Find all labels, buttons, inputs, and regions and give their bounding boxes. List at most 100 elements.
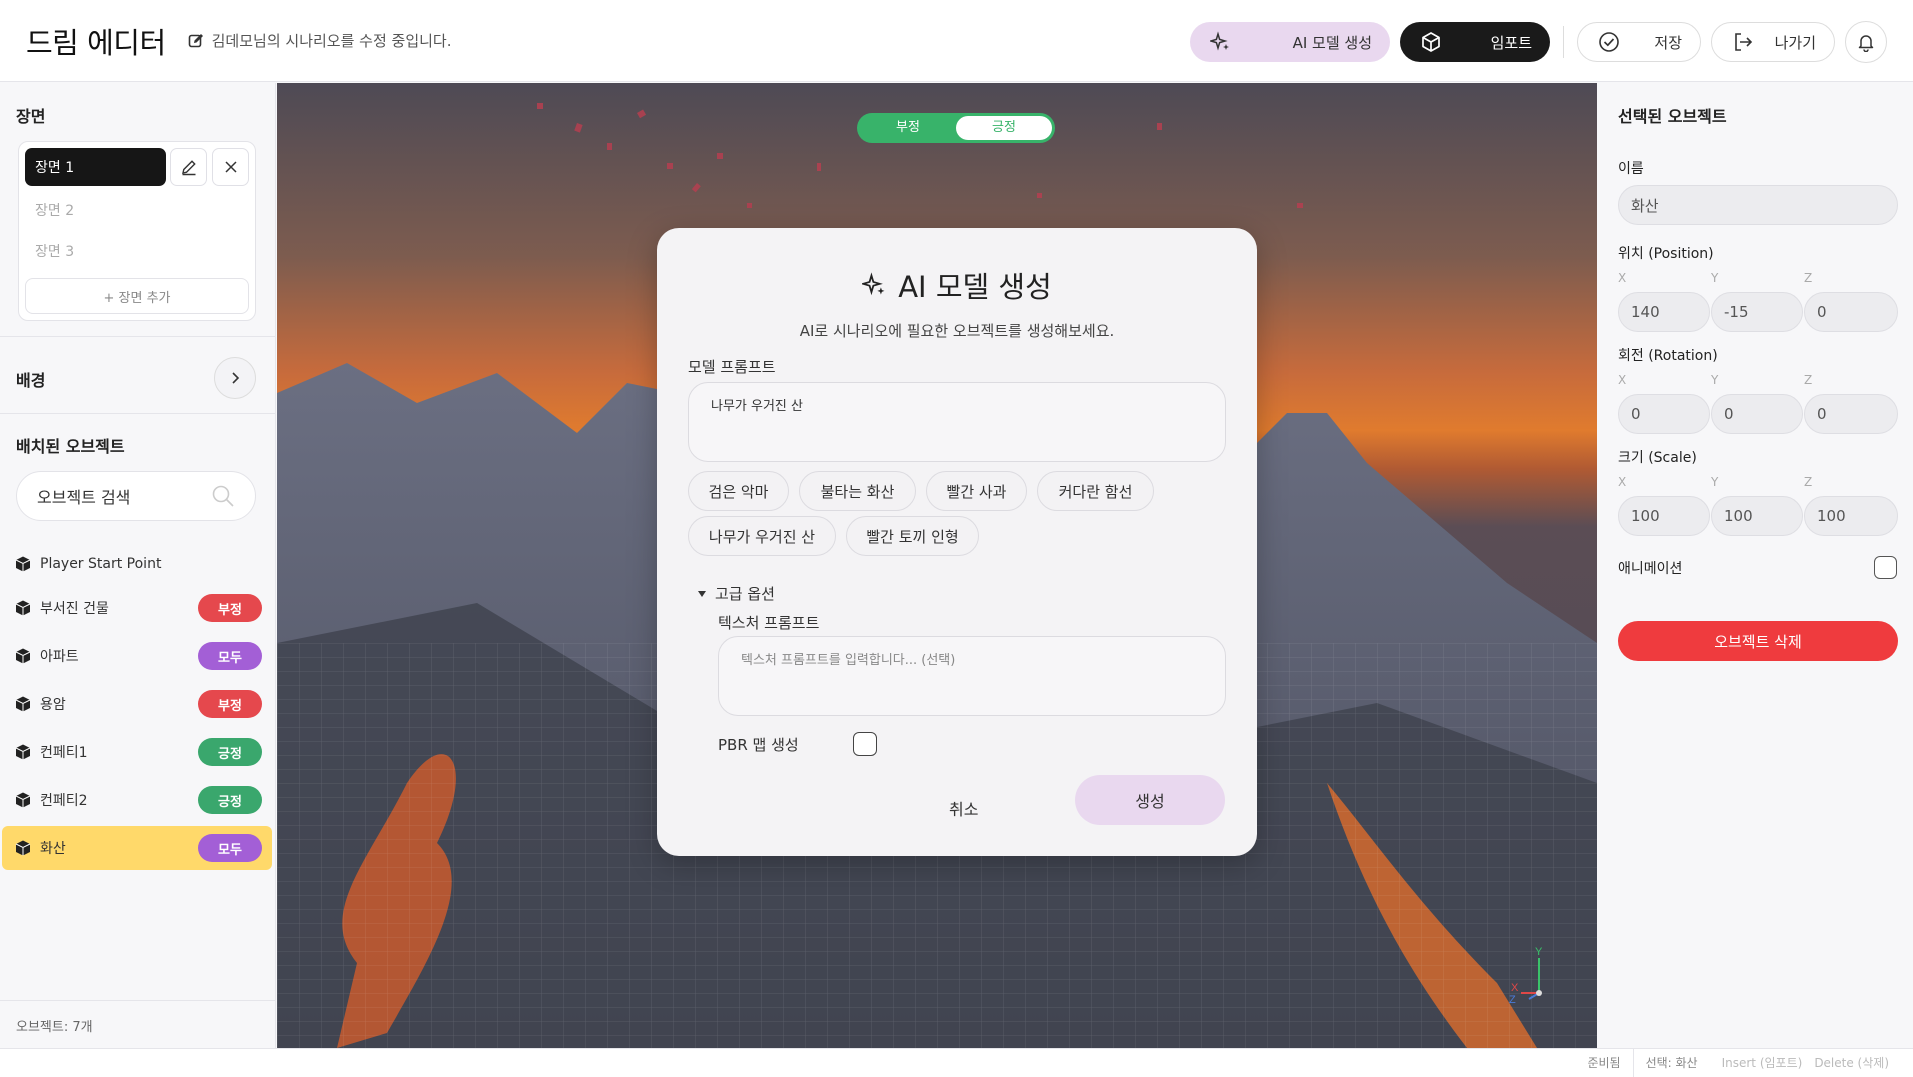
section-divider: [0, 413, 276, 414]
scenes-title: 장면: [16, 107, 46, 126]
pbr-label: PBR 맵 생성: [718, 736, 799, 754]
advanced-options-toggle[interactable]: 고급 옵션: [697, 583, 775, 604]
scene-item[interactable]: 장면 3: [35, 241, 74, 261]
status-selection: 선택: 화산: [1632, 1048, 1710, 1077]
ai-generate-button[interactable]: AI 모델 생성: [1190, 22, 1390, 62]
cube-icon: [15, 840, 31, 856]
add-scene-button[interactable]: + 장면 추가: [25, 278, 249, 314]
dialog-title-text: AI 모델 생성: [898, 270, 1052, 304]
import-button[interactable]: 임포트: [1400, 22, 1550, 62]
position-x-input[interactable]: 140: [1618, 292, 1710, 332]
name-field[interactable]: 화산: [1618, 185, 1898, 225]
app-title: 드림 에디터: [26, 25, 166, 60]
scale-y-input[interactable]: 100: [1711, 496, 1803, 536]
object-name: 컨페티2: [40, 793, 88, 809]
rename-scene-button[interactable]: [170, 148, 207, 186]
status-badge: 모두: [198, 642, 262, 670]
rotation-x-input[interactable]: 0: [1618, 394, 1710, 434]
sparkle-icon: [862, 272, 885, 296]
properties-panel: 선택된 오브젝트 이름 화산 위치 (Position) X Y Z 140 -…: [1598, 83, 1913, 1048]
import-label: 임포트: [1490, 33, 1532, 52]
exit-button[interactable]: 나가기: [1711, 22, 1835, 62]
search-placeholder: 오브젝트 검색: [37, 488, 131, 507]
rotation-label: 회전 (Rotation): [1618, 348, 1718, 364]
axis-x-label: X: [1618, 271, 1627, 285]
object-row-selected[interactable]: 화산 모두: [2, 826, 272, 870]
cube-icon: [15, 648, 31, 664]
notification-button[interactable]: [1845, 21, 1887, 63]
axis-gizmo: Y X Z: [1509, 946, 1543, 1003]
scale-label: 크기 (Scale): [1618, 450, 1697, 466]
object-name: 컨페티1: [40, 745, 88, 761]
suggestion-chip[interactable]: 빨간 토끼 인형: [846, 516, 979, 556]
edit-status: 김데모님의 시나리오를 수정 중입니다.: [188, 30, 452, 51]
animation-label: 애니메이션: [1618, 561, 1683, 577]
object-row[interactable]: 용암 부정: [2, 682, 272, 726]
background-title: 배경: [16, 371, 46, 390]
logout-icon: [1735, 33, 1753, 51]
object-search-input[interactable]: 오브젝트 검색: [16, 471, 256, 521]
axis-z-label: Z: [1804, 373, 1813, 387]
object-row[interactable]: 부서진 건물 부정: [2, 586, 272, 630]
position-label: 위치 (Position): [1618, 246, 1714, 262]
sparkle-icon: [1210, 31, 1229, 51]
texture-prompt-input[interactable]: 텍스처 프롬프트를 입력합니다... (선택): [718, 636, 1226, 716]
scene-item[interactable]: 장면 2: [35, 200, 74, 220]
object-name: 용암: [40, 697, 66, 713]
edit-status-text: 김데모님의 시나리오를 수정 중입니다.: [211, 32, 452, 50]
placed-objects-title: 배치된 오브젝트: [16, 437, 125, 456]
generate-button[interactable]: 생성: [1075, 775, 1225, 825]
delete-scene-button[interactable]: [212, 148, 249, 186]
rotation-z-input[interactable]: 0: [1804, 394, 1898, 434]
status-badge: 모두: [198, 834, 262, 862]
scale-x-input[interactable]: 100: [1618, 496, 1710, 536]
bell-icon: [1858, 35, 1874, 52]
save-label: 저장: [1654, 33, 1682, 52]
rotation-y-input[interactable]: 0: [1711, 394, 1803, 434]
background-open-button[interactable]: [214, 357, 256, 399]
edit-icon: [188, 33, 203, 47]
toggle-negative[interactable]: 부정: [860, 116, 956, 140]
axis-z-label: Z: [1509, 994, 1516, 1003]
status-badge: 부정: [198, 690, 262, 718]
axis-x-label: X: [1618, 373, 1627, 387]
header-divider: [1563, 26, 1564, 58]
sentiment-toggle[interactable]: 부정 긍정: [857, 113, 1055, 143]
cancel-button[interactable]: 취소: [949, 796, 978, 820]
axis-y-label: Y: [1711, 475, 1719, 489]
pencil-icon: [181, 160, 196, 176]
object-row[interactable]: Player Start Point: [2, 542, 272, 586]
cube-icon: [15, 600, 31, 616]
dialog-title: AI 모델 생성: [657, 264, 1257, 306]
position-y-input[interactable]: -15: [1711, 292, 1803, 332]
suggestion-chip[interactable]: 검은 악마: [688, 471, 789, 511]
animation-checkbox[interactable]: [1874, 556, 1897, 579]
save-button[interactable]: 저장: [1577, 22, 1701, 62]
object-count: 오브젝트: 7개: [0, 1000, 276, 1048]
status-ready: 준비됨: [1587, 1055, 1621, 1070]
object-row[interactable]: 컨페티2 긍정: [2, 778, 272, 822]
close-icon: [224, 161, 237, 173]
suggestion-chip[interactable]: 빨간 사과: [926, 471, 1027, 511]
model-prompt-input[interactable]: 나무가 우거진 산: [688, 382, 1226, 462]
scale-z-input[interactable]: 100: [1804, 496, 1898, 536]
pbr-checkbox[interactable]: [853, 732, 877, 756]
header: 드림 에디터 김데모님의 시나리오를 수정 중입니다. AI 모델 생성 임포트…: [0, 0, 1913, 82]
dialog-subtitle: AI로 시나리오에 필요한 오브젝트를 생성해보세요.: [799, 322, 1115, 340]
ai-model-dialog: AI 모델 생성 AI로 시나리오에 필요한 오브젝트를 생성해보세요. 모델 …: [657, 228, 1257, 856]
delete-object-button[interactable]: 오브젝트 삭제: [1618, 621, 1898, 661]
suggestion-chip[interactable]: 커다란 함선: [1037, 471, 1154, 511]
toggle-positive[interactable]: 긍정: [956, 116, 1052, 140]
suggestion-chip[interactable]: 불타는 화산: [799, 471, 916, 511]
suggestion-chip[interactable]: 나무가 우거진 산: [688, 516, 836, 556]
position-z-input[interactable]: 0: [1804, 292, 1898, 332]
object-row[interactable]: 컨페티1 긍정: [2, 730, 272, 774]
cube-icon: [15, 792, 31, 808]
object-row[interactable]: 아파트 모두: [2, 634, 272, 678]
status-badge: 부정: [198, 594, 262, 622]
prompt-label: 모델 프롬프트: [688, 358, 776, 376]
scene-item-active[interactable]: 장면 1: [25, 148, 166, 186]
advanced-options-label: 고급 옵션: [715, 585, 775, 603]
name-label: 이름: [1618, 161, 1644, 177]
ai-generate-label: AI 모델 생성: [1292, 33, 1372, 52]
